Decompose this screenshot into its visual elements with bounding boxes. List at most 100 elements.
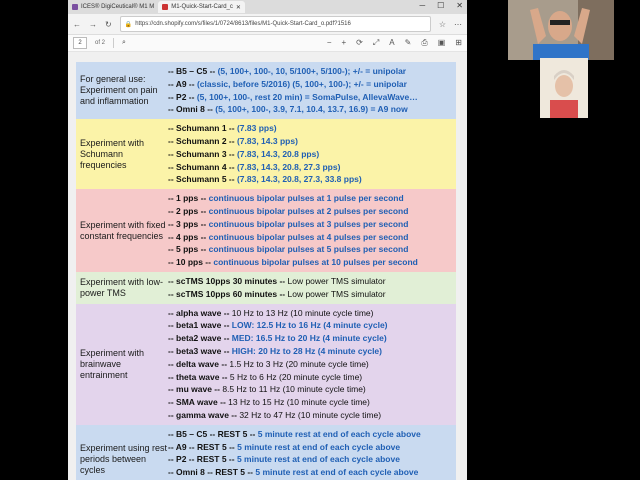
print-icon[interactable]: ⎙ <box>421 38 427 48</box>
program-description: (classic, before 5/2016) (5, 100+, 100-)… <box>196 78 407 89</box>
pdf-viewport[interactable]: For general use: Experiment on pain and … <box>68 52 467 480</box>
program-description: (7.83, 14.3, 20.8, 27.3, 33.8 pps) <box>236 174 362 185</box>
program-name: -- beta2 wave -- <box>168 333 232 344</box>
address-bar: ← → ↻ 🔒 https://cdn.shopify.com/s/files/1… <box>68 14 467 35</box>
program-description: 5 minute rest at end of each cycle above <box>237 441 401 452</box>
url-field[interactable]: 🔒 https://cdn.shopify.com/s/files/1/0724/… <box>119 16 431 32</box>
protocol-row: -- Schumann 3 -- (7.83, 14.3, 20.8 pps) <box>168 148 456 161</box>
program-description: 5 Hz to 6 Hz (20 minute cycle time) <box>229 371 363 382</box>
program-name: -- B5 – C5 -- <box>168 66 218 76</box>
program-name: -- Schumann 3 -- <box>168 148 237 159</box>
program-description: continuous bipolar pulses at 2 pulses pe… <box>208 205 409 216</box>
protocol-row: -- beta3 wave -- HIGH: 20 Hz to 28 Hz (4… <box>168 345 456 358</box>
program-description: (7.83, 14.3, 20.8, 27.3 pps) <box>236 161 341 172</box>
protocol-row: -- SMA wave -- 13 Hz to 15 Hz (10 minute… <box>168 396 456 409</box>
protocol-row: -- 2 pps -- continuous bipolar pulses at… <box>168 205 456 218</box>
protocol-row: -- 1 pps -- continuous bipolar pulses at… <box>168 192 456 205</box>
program-description: Low power TMS simulator <box>287 288 386 299</box>
tab-label: ICES® DigiCeutical® M1 M <box>81 4 155 10</box>
close-tab-icon[interactable]: ✕ <box>236 4 241 11</box>
section-rows: -- 1 pps -- continuous bipolar pulses at… <box>168 192 456 269</box>
menu-icon[interactable]: ⋯ <box>454 20 462 29</box>
program-description: continuous bipolar pulses at 3 pulses pe… <box>208 218 409 229</box>
refresh-icon[interactable]: ↻ <box>105 20 112 29</box>
program-description: (7.83, 14.3 pps) <box>236 135 298 146</box>
tab-label: M1-Quick-Start-Card_c <box>171 4 233 10</box>
program-name: -- scTMS 10pps 60 minutes -- <box>168 288 288 299</box>
protocol-row: -- P2 -- (5, 100+, 100-, rest 20 min) = … <box>168 91 456 104</box>
program-name: -- Schumann 1 -- <box>168 123 237 134</box>
program-name: -- Schumann 2 -- <box>168 135 237 146</box>
program-description: (5, 100+, 100-, 10, 5/100+, 5/100-); +/-… <box>217 66 407 76</box>
program-name: -- scTMS 10pps 30 minutes -- <box>168 276 288 286</box>
save-icon[interactable]: ▣ <box>438 38 446 48</box>
back-icon[interactable]: ← <box>73 20 81 29</box>
site-favicon-icon <box>72 4 78 10</box>
search-icon[interactable]: ⌕ <box>122 39 126 47</box>
zoom-in-icon[interactable]: + <box>342 38 347 48</box>
rotate-icon[interactable]: ⟳ <box>356 38 363 48</box>
protocol-row: -- beta2 wave -- MED: 16.5 Hz to 20 Hz (… <box>168 332 456 345</box>
presenter-image <box>508 0 614 60</box>
protocol-row: -- Schumann 4 -- (7.83, 14.3, 20.8, 27.3… <box>168 161 456 174</box>
tab-ices[interactable]: ICES® DigiCeutical® M1 M <box>68 1 158 13</box>
program-name: -- gamma wave -- <box>168 409 240 420</box>
program-name: -- 10 pps -- <box>168 257 214 268</box>
program-name: -- 5 pps -- <box>168 244 209 255</box>
protocol-section: Experiment with low-power TMS -- scTMS 10… <box>76 272 456 304</box>
page-number-input[interactable]: 2 <box>73 37 87 49</box>
page-count: of 2 <box>95 40 106 46</box>
program-description: MED: 16.5 Hz to 20 Hz (4 minute cycle) <box>231 333 387 344</box>
program-name: -- B5 – C5 -- REST 5 -- <box>168 428 258 439</box>
divider <box>113 38 115 48</box>
section-label: Experiment with fixed constant frequenci… <box>80 219 166 241</box>
protocol-row: -- theta wave -- 5 Hz to 6 Hz (20 minute… <box>168 371 456 384</box>
protocol-row: -- P2 -- REST 5 -- 5 minute rest at end … <box>168 453 456 466</box>
fit-page-icon[interactable]: ⤢ <box>373 38 379 48</box>
lock-icon: 🔒 <box>124 21 133 28</box>
program-description: continuous bipolar pulses at 4 pulses pe… <box>208 231 409 242</box>
protocol-row: -- A9 -- (classic, before 5/2016) (5, 10… <box>168 78 456 91</box>
program-description: 5 minute rest at end of each cycle above <box>236 454 400 465</box>
program-description: 8.5 Hz to 11 Hz (10 minute cycle time) <box>222 384 366 395</box>
section-rows: -- alpha wave -- 10 Hz to 13 Hz (10 minu… <box>168 307 456 422</box>
section-label: Experiment with brainwave entrainment <box>80 347 145 380</box>
forward-icon[interactable]: → <box>89 20 97 29</box>
program-name: -- beta1 wave -- <box>168 320 232 331</box>
protocol-row: -- 4 pps -- continuous bipolar pulses at… <box>168 231 456 244</box>
program-description: 13 Hz to 15 Hz (10 minute cycle time) <box>228 397 370 408</box>
webcam-participant <box>540 58 588 118</box>
protocol-section: Experiment with fixed constant frequenci… <box>76 189 456 272</box>
section-label: Experiment with Schumann frequencies <box>80 137 145 170</box>
browser-window: ICES® DigiCeutical® M1 M M1-Quick-Start-… <box>68 0 467 480</box>
minimize-icon[interactable]: ─ <box>419 1 425 10</box>
read-aloud-icon[interactable]: A <box>389 38 394 48</box>
pdf-tools: − + ⟳ ⤢ A ✎ ⎙ ▣ ⊞ <box>327 38 462 48</box>
program-description: (7.83 pps) <box>236 123 277 134</box>
program-description: Low power TMS simulator <box>287 276 386 286</box>
pdf-favicon-icon <box>162 4 169 10</box>
protocol-row: -- Omni 8 -- REST 5 -- 5 minute rest at … <box>168 466 456 479</box>
section-label: Experiment using rest periods between cy… <box>80 443 168 476</box>
program-name: -- Schumann 4 -- <box>168 161 237 172</box>
pin-icon[interactable]: ⊞ <box>455 38 462 48</box>
protocol-row: -- beta1 wave -- LOW: 12.5 Hz to 16 Hz (… <box>168 319 456 332</box>
program-description: (5, 100+, 100-, rest 20 min) = SomaPulse… <box>196 91 418 102</box>
program-description: 5 minute rest at end of each cycle above <box>257 428 421 439</box>
protocol-row: -- scTMS 10pps 60 minutes -- Low power T… <box>168 288 456 301</box>
protocol-row: -- Schumann 1 -- (7.83 pps) <box>168 122 456 135</box>
url-text: https://cdn.shopify.com/s/files/1/0724/8… <box>135 21 351 27</box>
favorite-icon[interactable]: ☆ <box>439 20 446 29</box>
zoom-out-icon[interactable]: − <box>327 38 332 48</box>
program-description: (7.83, 14.3, 20.8 pps) <box>236 148 320 159</box>
draw-icon[interactable]: ✎ <box>405 38 412 48</box>
section-label: Experiment with low-power TMS <box>80 276 164 298</box>
close-icon[interactable]: ✕ <box>456 1 463 10</box>
protocol-row: -- gamma wave -- 32 Hz to 47 Hz (10 minu… <box>168 409 456 422</box>
tab-pdf[interactable]: M1-Quick-Start-Card_c ✕ <box>158 1 245 13</box>
program-name: -- 1 pps -- <box>168 193 209 204</box>
protocol-row: -- alpha wave -- 10 Hz to 13 Hz (10 minu… <box>168 307 456 320</box>
maximize-icon[interactable]: ☐ <box>437 1 444 10</box>
protocol-row: -- B5 – C5 -- (5, 100+, 100-, 10, 5/100+… <box>168 65 456 78</box>
pdf-toolbar: 2 of 2 ⌕ − + ⟳ ⤢ A ✎ ⎙ ▣ ⊞ <box>68 35 467 52</box>
